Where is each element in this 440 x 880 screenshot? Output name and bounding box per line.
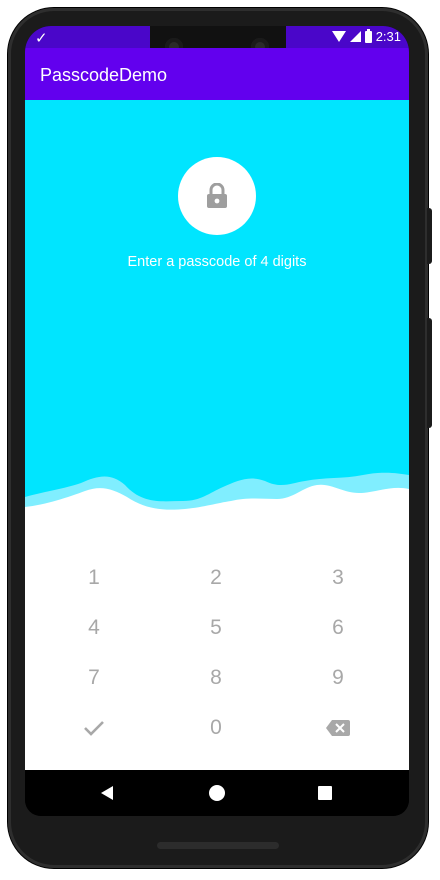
app-bar: PasscodeDemo — [25, 48, 409, 100]
key-4[interactable]: 4 — [54, 608, 134, 648]
key-1[interactable]: 1 — [54, 558, 134, 598]
passcode-screen: Enter a passcode of 4 digits 1 2 3 4 5 6… — [25, 100, 409, 770]
backspace-button[interactable] — [298, 708, 378, 748]
passcode-prompt: Enter a passcode of 4 digits — [127, 254, 307, 270]
key-7[interactable]: 7 — [54, 658, 134, 698]
battery-icon — [364, 28, 372, 43]
key-8[interactable]: 8 — [176, 658, 256, 698]
app-title: PasscodeDemo — [40, 65, 168, 85]
volume-button — [427, 318, 432, 428]
screen: ✓ 2:31 PasscodeDemo Enter a passcode of … — [25, 26, 409, 816]
lock-icon — [207, 183, 227, 208]
wave-decoration — [25, 472, 409, 535]
key-3[interactable]: 3 — [298, 558, 378, 598]
status-icons: 2:31 — [331, 28, 401, 44]
key-2[interactable]: 2 — [176, 558, 256, 598]
back-icon[interactable] — [101, 786, 113, 800]
confirm-button[interactable] — [54, 708, 134, 748]
power-button — [427, 208, 432, 264]
check-icon — [84, 721, 104, 736]
bottom-speaker — [157, 842, 279, 849]
navigation-bar — [25, 770, 409, 816]
recents-icon[interactable] — [318, 786, 332, 800]
wifi-icon — [331, 31, 346, 42]
key-5[interactable]: 5 — [176, 608, 256, 648]
home-icon[interactable] — [209, 785, 225, 801]
key-0[interactable]: 0 — [176, 708, 256, 748]
key-6[interactable]: 6 — [298, 608, 378, 648]
check-icon: ✓ — [35, 30, 48, 47]
backspace-icon — [326, 720, 350, 736]
status-time: 2:31 — [375, 29, 401, 44]
signal-icon — [349, 31, 361, 42]
lock-badge — [178, 157, 256, 235]
key-9[interactable]: 9 — [298, 658, 378, 698]
